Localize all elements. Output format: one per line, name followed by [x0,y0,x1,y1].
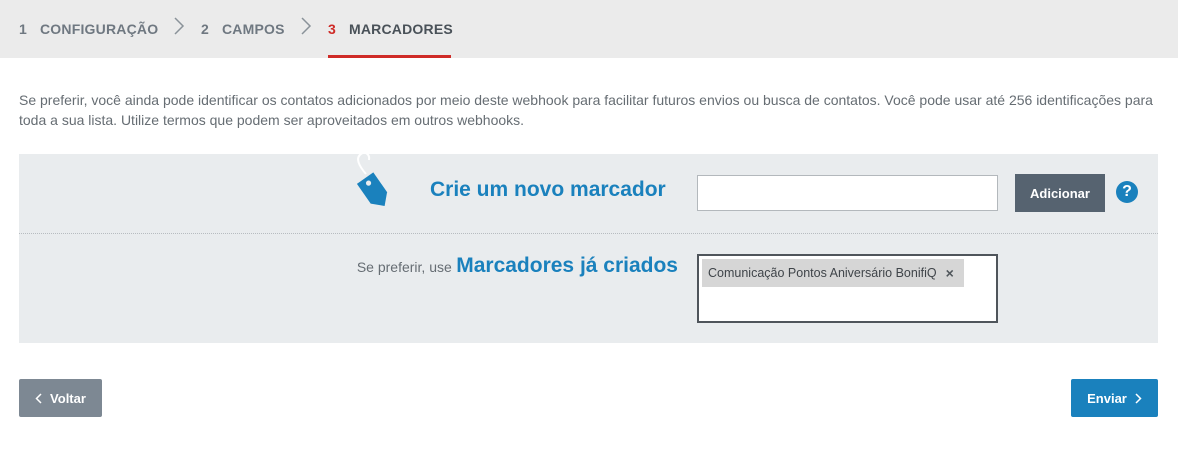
send-button[interactable]: Enviar [1071,379,1158,417]
step-marcadores[interactable]: 3 MARCADORES [328,0,453,58]
wizard-stepper: 1 CONFIGURAÇÃO 2 CAMPOS 3 MARCADORES [0,0,1178,58]
new-tag-title: Crie um novo marcador [430,178,666,201]
existing-tags-heading: Se preferir, use Marcadores já criados [19,254,678,278]
back-button[interactable]: Voltar [19,379,102,417]
new-tag-input[interactable] [697,175,998,211]
step-label: MARCADORES [349,21,453,37]
tag-icon [356,151,388,207]
intro-text: Se preferir, você ainda pode identificar… [19,92,1153,128]
step-label: CAMPOS [222,21,285,37]
step-number: 1 [19,21,27,37]
send-button-label: Enviar [1087,390,1127,406]
step-campos[interactable]: 2 CAMPOS [201,0,285,58]
tags-panel: Crie um novo marcador Adicionar ? Se pre… [19,151,1158,343]
existing-tags-select[interactable]: Comunicação Pontos Aniversário BonifiQ × [697,254,998,323]
step-number: 3 [328,21,336,37]
chevron-right-icon [174,17,185,35]
chevron-right-icon [1135,392,1142,404]
step-configuracao[interactable]: 1 CONFIGURAÇÃO [19,0,158,58]
step-number: 2 [201,21,209,37]
add-tag-button[interactable]: Adicionar [1015,174,1105,212]
back-button-label: Voltar [50,390,86,406]
existing-tags-prefix: Se preferir, use [356,259,452,275]
help-icon[interactable]: ? [1116,181,1138,203]
tag-chip-label: Comunicação Pontos Aniversário BonifiQ [708,266,937,280]
tag-chip: Comunicação Pontos Aniversário BonifiQ × [702,259,964,287]
chevron-left-icon [35,392,42,404]
remove-tag-icon[interactable]: × [946,265,954,281]
chevron-right-icon [301,17,312,35]
step-label: CONFIGURAÇÃO [40,21,159,37]
divider [19,233,1158,234]
existing-tags-title: Marcadores já criados [456,254,678,277]
